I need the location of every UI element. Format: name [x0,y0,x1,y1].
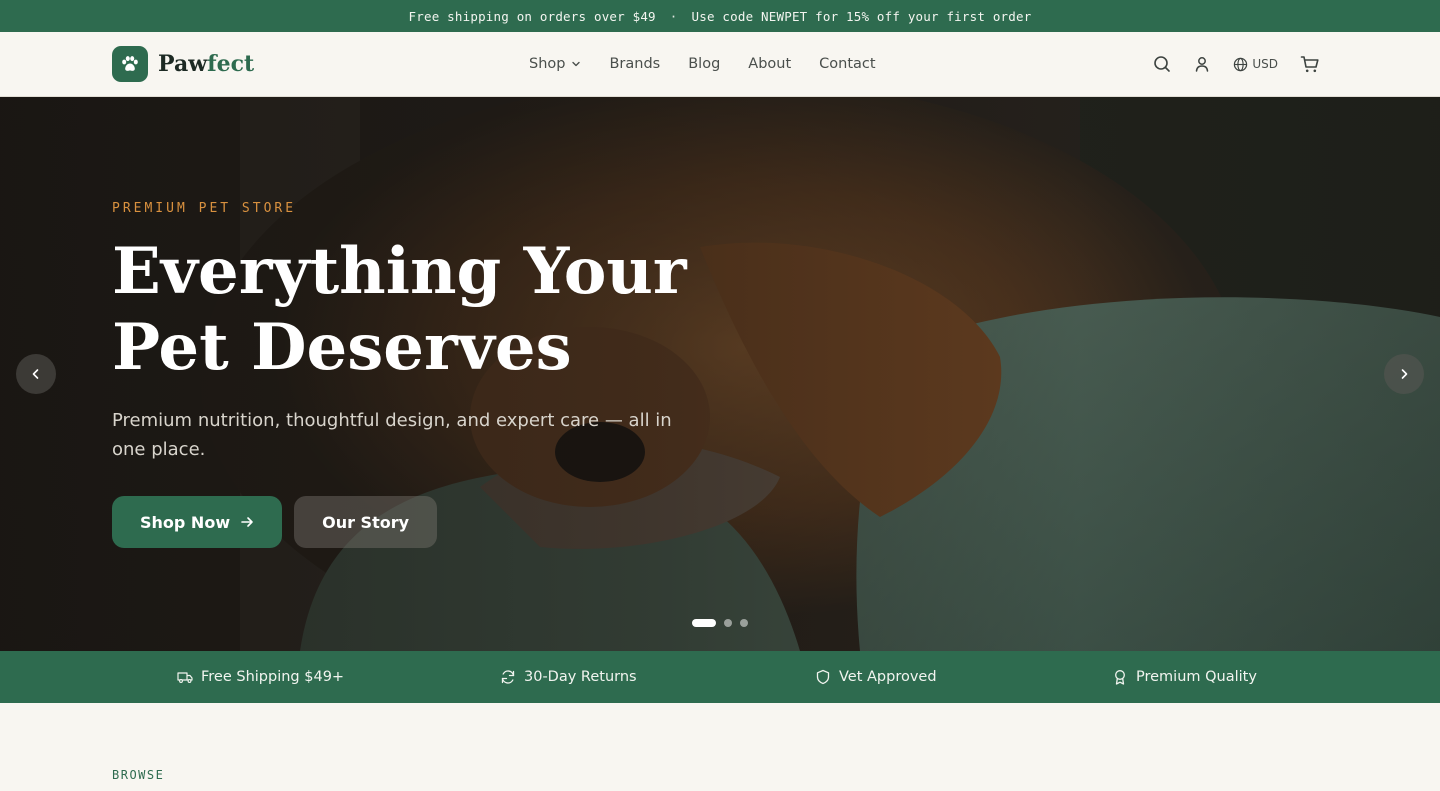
feature-quality: Premium Quality [1112,651,1257,703]
nav-shop[interactable]: Shop [529,56,581,72]
feature-vet: Vet Approved [815,651,937,703]
feature-shipping-label: Free Shipping $49+ [201,669,345,685]
truck-icon [177,672,193,683]
paw-icon [112,46,148,82]
promo-announcement: Use code NEWPET for 15% off your first o… [691,8,1032,24]
feature-shipping: Free Shipping $49+ [177,651,344,703]
feature-returns: 30-Day Returns [500,651,637,703]
hero-title-line2: Pet Deserves [112,310,572,385]
chevron-right-icon [1401,369,1408,379]
globe-icon [1234,57,1248,71]
nav-about[interactable]: About [748,56,791,72]
user-icon[interactable] [1193,55,1211,73]
feature-vet-label: Vet Approved [839,669,937,685]
shop-now-button[interactable]: Shop Now [112,496,283,548]
slide-dot[interactable] [740,619,748,627]
feature-quality-label: Premium Quality [1136,669,1257,685]
chevron-down-icon [572,61,581,67]
nav-shop-label: Shop [529,56,566,72]
announcement-separator: · [669,8,678,24]
brand-name-part1: Paw [158,51,208,77]
shipping-announcement: Free shipping on orders over $49 [408,8,656,24]
brand-name: Pawfect [158,51,254,77]
nav-contact[interactable]: Contact [819,56,875,72]
award-icon [1115,670,1125,685]
next-slide-button[interactable] [1384,354,1424,394]
hero-eyebrow: PREMIUM PET STORE [112,201,297,216]
slide-dot[interactable] [724,619,732,627]
our-story-label: Our Story [322,512,410,532]
feature-returns-label: 30-Day Returns [524,669,637,685]
brand-logo[interactable]: Pawfect [112,46,254,82]
hero-banner: PREMIUM PET STORE Everything Your Pet De… [0,97,1440,651]
nav-brands[interactable]: Brands [609,56,660,72]
our-story-button[interactable]: Our Story [294,496,438,548]
brand-name-part2: fect [207,51,255,77]
announcement-bar: Free shipping on orders over $49 · Use c… [0,0,1440,32]
main-nav: Shop Brands Blog About Contact [529,32,876,96]
refresh-icon [501,670,515,684]
site-header: Pawfect Shop Brands Blog About Contact U… [0,32,1440,97]
cart-icon[interactable] [1300,54,1320,74]
arrow-right-icon [241,517,253,527]
previous-slide-button[interactable] [16,354,56,394]
nav-blog[interactable]: Blog [688,56,720,72]
search-icon[interactable] [1153,55,1171,73]
shop-now-label: Shop Now [140,512,231,532]
hero-subtitle: Premium nutrition, thoughtful design, an… [112,410,672,460]
browse-eyebrow: BROWSE [112,768,165,782]
hero-title-line1: Everything Your [112,234,687,309]
slide-indicators [692,619,748,627]
hero-buttons: Shop Now Our Story [112,496,712,548]
currency-selector[interactable]: USD [1233,57,1278,72]
hero-content: PREMIUM PET STORE Everything Your Pet De… [112,201,712,548]
features-strip: Free Shipping $49+ 30-Day Returns Vet Ap… [0,651,1440,703]
chevron-left-icon [32,369,39,379]
currency-label: USD [1252,57,1278,71]
hero-title: Everything Your Pet Deserves [112,234,712,386]
shield-icon [816,669,830,685]
header-actions: USD [1153,32,1320,96]
slide-dot[interactable] [692,619,716,627]
